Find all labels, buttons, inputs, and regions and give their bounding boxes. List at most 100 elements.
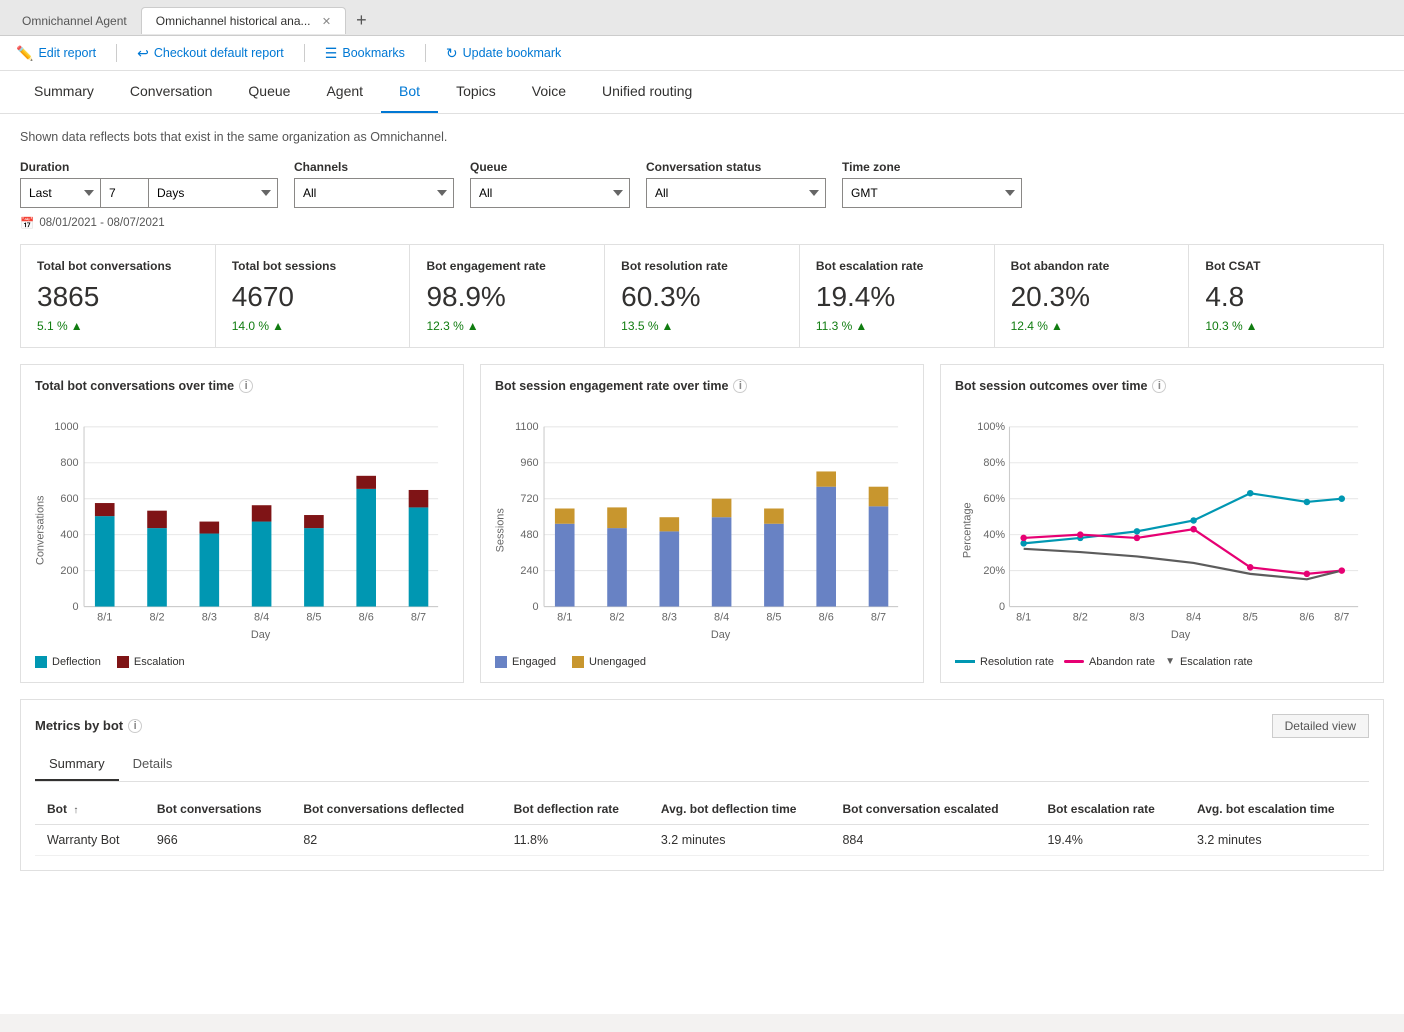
refresh-icon: ↻: [446, 45, 458, 62]
svg-text:480: 480: [520, 529, 538, 541]
kpi-bot-abandon-rate-title: Bot abandon rate: [1011, 259, 1173, 273]
escalation-rate-triangle-icon: ▼: [1165, 656, 1175, 667]
svg-text:8/6: 8/6: [819, 612, 834, 624]
tab-summary[interactable]: Summary: [16, 71, 112, 113]
metrics-info-icon[interactable]: i: [128, 719, 142, 733]
tab-topics[interactable]: Topics: [438, 71, 514, 113]
conv-status-filter-group: Conversation status All: [646, 160, 826, 208]
col-bot[interactable]: Bot ↑: [35, 794, 145, 825]
col-avg-escalation-time[interactable]: Avg. bot escalation time: [1185, 794, 1369, 825]
chart2-info-icon[interactable]: i: [733, 379, 747, 393]
duration-value-input[interactable]: [100, 178, 148, 208]
queue-filter-group: Queue All: [470, 160, 630, 208]
kpi-bot-csat-value: 4.8: [1205, 281, 1367, 313]
kpi-bot-resolution-rate-title: Bot resolution rate: [621, 259, 783, 273]
timezone-select[interactable]: GMT: [842, 178, 1022, 208]
svg-text:400: 400: [60, 529, 78, 541]
filters-section: Duration Last Days Channels All Queue Al…: [20, 160, 1384, 208]
conv-status-select[interactable]: All: [646, 178, 826, 208]
legend-engaged: Engaged: [495, 656, 556, 668]
col-bot-escalation-rate[interactable]: Bot escalation rate: [1035, 794, 1185, 825]
svg-text:8/5: 8/5: [1243, 612, 1258, 624]
kpi-bot-resolution-rate-value: 60.3%: [621, 281, 783, 313]
svg-text:200: 200: [60, 565, 78, 577]
tab-queue[interactable]: Queue: [230, 71, 308, 113]
sub-tabs: Summary Details: [35, 748, 1369, 782]
edit-report-button[interactable]: ✏️ Edit report: [16, 45, 96, 62]
table-header-row: Bot ↑ Bot conversations Bot conversation…: [35, 794, 1369, 825]
info-bar: Shown data reflects bots that exist in t…: [20, 130, 1384, 144]
kpi-bot-csat-change: 10.3 % ▲: [1205, 319, 1367, 333]
toolbar-divider: [116, 44, 117, 62]
col-bot-conversation-escalated[interactable]: Bot conversation escalated: [830, 794, 1035, 825]
channels-label: Channels: [294, 160, 454, 174]
nav-tabs: Summary Conversation Queue Agent Bot Top…: [0, 71, 1404, 114]
escalation-color: [117, 656, 129, 668]
legend-escalation: Escalation: [117, 656, 185, 668]
duration-unit-select[interactable]: Days: [148, 178, 278, 208]
svg-text:Day: Day: [251, 629, 271, 641]
cell-escalated: 884: [830, 824, 1035, 855]
legend-deflection: Deflection: [35, 656, 101, 668]
svg-text:40%: 40%: [983, 529, 1005, 541]
checkout-default-button[interactable]: ↩ Checkout default report: [137, 45, 284, 62]
legend-resolution-rate: Resolution rate: [955, 656, 1054, 668]
duration-filter-group: Duration Last Days: [20, 160, 278, 208]
tab-bot[interactable]: Bot: [381, 71, 438, 113]
update-bookmark-button[interactable]: ↻ Update bookmark: [446, 45, 561, 62]
browser-tab-historical[interactable]: Omnichannel historical ana... ✕: [141, 7, 346, 34]
col-bot-deflection-rate[interactable]: Bot deflection rate: [502, 794, 649, 825]
timezone-filter-group: Time zone GMT: [842, 160, 1022, 208]
svg-text:Day: Day: [711, 629, 731, 641]
col-bot-conversations-deflected[interactable]: Bot conversations deflected: [291, 794, 501, 825]
engaged-color: [495, 656, 507, 668]
tab-agent[interactable]: Agent: [308, 71, 381, 113]
bookmarks-button[interactable]: ☰ Bookmarks: [325, 45, 405, 62]
chart1-bar-deflection-1: [95, 516, 115, 606]
kpi-bot-abandon-rate-change: 12.4 % ▲: [1011, 319, 1173, 333]
deflection-color: [35, 656, 47, 668]
add-tab-button[interactable]: +: [346, 6, 377, 35]
cell-escalation-rate: 19.4%: [1035, 824, 1185, 855]
kpi-bot-abandon-rate: Bot abandon rate 20.3% 12.4 % ▲: [995, 245, 1190, 347]
svg-text:0: 0: [533, 601, 539, 613]
svg-text:8/3: 8/3: [1129, 612, 1144, 624]
metrics-title: Metrics by bot i: [35, 718, 142, 733]
kpi-arrow-4: ▲: [855, 319, 867, 333]
svg-text:800: 800: [60, 457, 78, 469]
tab-voice[interactable]: Voice: [514, 71, 584, 113]
browser-tab-agent[interactable]: Omnichannel Agent: [8, 8, 141, 34]
tab-unified-routing[interactable]: Unified routing: [584, 71, 710, 113]
queue-select[interactable]: All: [470, 178, 630, 208]
chart1-title: Total bot conversations over time i: [35, 379, 449, 393]
sub-tab-summary[interactable]: Summary: [35, 748, 119, 781]
duration-preset-select[interactable]: Last: [20, 178, 100, 208]
svg-text:960: 960: [520, 457, 538, 469]
chart3-info-icon[interactable]: i: [1152, 379, 1166, 393]
detailed-view-button[interactable]: Detailed view: [1272, 714, 1369, 738]
channels-select[interactable]: All: [294, 178, 454, 208]
kpi-total-bot-conversations-value: 3865: [37, 281, 199, 313]
svg-text:8/4: 8/4: [254, 612, 269, 624]
sub-tab-details[interactable]: Details: [119, 748, 187, 781]
svg-text:Percentage: Percentage: [961, 502, 973, 558]
svg-text:8/6: 8/6: [359, 612, 374, 624]
timezone-label: Time zone: [842, 160, 1022, 174]
kpi-bot-engagement-rate: Bot engagement rate 98.9% 12.3 % ▲: [410, 245, 605, 347]
kpi-bot-escalation-rate-value: 19.4%: [816, 281, 978, 313]
chart3-title: Bot session outcomes over time i: [955, 379, 1369, 393]
tab-conversation[interactable]: Conversation: [112, 71, 231, 113]
kpi-bot-escalation-rate-title: Bot escalation rate: [816, 259, 978, 273]
svg-text:8/5: 8/5: [766, 612, 781, 624]
svg-text:600: 600: [60, 493, 78, 505]
duration-row: Last Days: [20, 178, 278, 208]
kpi-total-bot-sessions: Total bot sessions 4670 14.0 % ▲: [216, 245, 411, 347]
chart1-info-icon[interactable]: i: [239, 379, 253, 393]
legend-unengaged: Unengaged: [572, 656, 646, 668]
col-bot-conversations[interactable]: Bot conversations: [145, 794, 292, 825]
escalation-line: [1024, 549, 1342, 580]
col-avg-deflection-time[interactable]: Avg. bot deflection time: [649, 794, 831, 825]
queue-label: Queue: [470, 160, 630, 174]
chart2-title: Bot session engagement rate over time i: [495, 379, 909, 393]
close-tab-icon[interactable]: ✕: [322, 16, 331, 28]
